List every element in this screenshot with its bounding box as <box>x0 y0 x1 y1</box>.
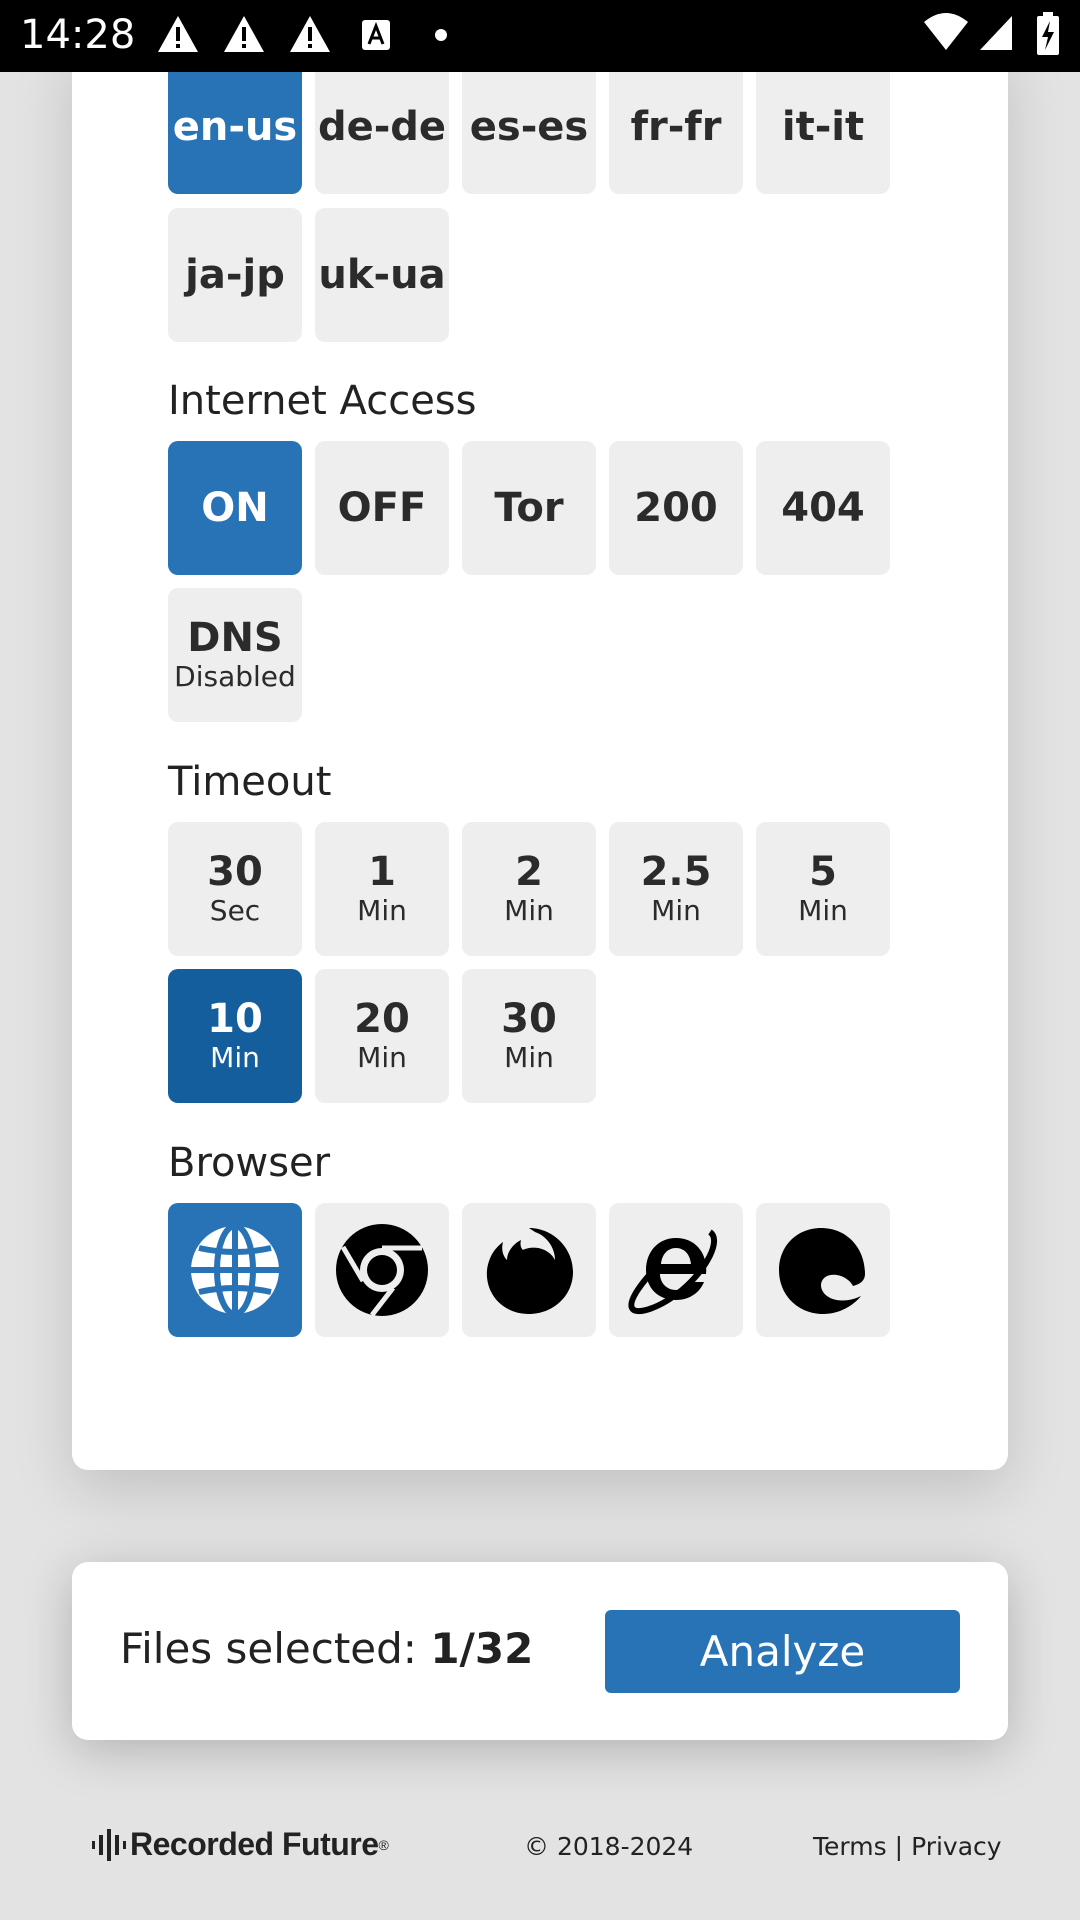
warning-icon <box>158 16 198 52</box>
timeout-option-20-min[interactable]: 20 Min <box>315 969 449 1103</box>
analyze-bar: Files selected: 1/32 Analyze <box>72 1562 1008 1740</box>
chrome-icon <box>336 1224 428 1317</box>
browser-title: Browser <box>168 1140 331 1186</box>
lang-option-de-de[interactable]: de-de <box>315 60 449 194</box>
lang-option-es-es[interactable]: es-es <box>462 60 596 194</box>
browser-option-default[interactable] <box>168 1203 302 1337</box>
option-label: 404 <box>781 485 865 531</box>
footer-separator: | <box>894 1832 904 1861</box>
signal-icon <box>980 16 1012 50</box>
lang-label: uk-ua <box>318 252 446 298</box>
lang-label: it-it <box>781 104 865 150</box>
timeout-value: 2 <box>515 849 543 896</box>
timeout-option-1-min[interactable]: 1 Min <box>315 822 449 956</box>
timeout-value: 30 <box>501 996 557 1043</box>
lang-label: de-de <box>317 104 447 150</box>
timeout-unit: Min <box>651 894 701 928</box>
copyright: © 2018-2024 <box>524 1832 694 1861</box>
files-selected: Files selected: 1/32 <box>120 1624 533 1673</box>
internet-access-title: Internet Access <box>168 378 477 424</box>
brand-name: Recorded Future <box>130 1826 379 1862</box>
timeout-unit: Min <box>210 1041 260 1075</box>
warning-icon <box>290 16 330 52</box>
lang-option-fr-fr[interactable]: fr-fr <box>609 60 743 194</box>
terms-link[interactable]: Terms <box>813 1832 887 1861</box>
timeout-value: 10 <box>207 996 263 1043</box>
timeout-title: Timeout <box>168 759 332 805</box>
lang-option-uk-ua[interactable]: uk-ua <box>315 208 449 342</box>
timeout-option-2-5-min[interactable]: 2.5 Min <box>609 822 743 956</box>
edge-icon <box>779 1228 865 1314</box>
internet-explorer-icon <box>628 1229 718 1315</box>
timeout-unit: Min <box>357 1041 407 1075</box>
timeout-unit: Min <box>504 894 554 928</box>
timeout-option-30-min[interactable]: 30 Min <box>462 969 596 1103</box>
warning-icon <box>224 16 264 52</box>
text-icon <box>362 20 390 50</box>
option-label: OFF <box>337 485 427 531</box>
internet-option-200[interactable]: 200 <box>609 441 743 575</box>
internet-option-404[interactable]: 404 <box>756 441 890 575</box>
timeout-value: 30 <box>207 849 263 896</box>
lang-option-it-it[interactable]: it-it <box>756 60 890 194</box>
lang-option-en-us[interactable]: en-us <box>168 60 302 194</box>
analyze-button[interactable]: Analyze <box>605 1610 960 1693</box>
timeout-unit: Min <box>357 894 407 928</box>
timeout-value: 5 <box>809 849 837 896</box>
timeout-unit: Min <box>798 894 848 928</box>
browser-option-internet-explorer[interactable] <box>609 1203 743 1337</box>
internet-option-tor[interactable]: Tor <box>462 441 596 575</box>
timeout-unit: Min <box>504 1041 554 1075</box>
timeout-option-5-min[interactable]: 5 Min <box>756 822 890 956</box>
files-selected-label: Files selected: <box>120 1624 431 1673</box>
timeout-unit: Sec <box>209 894 261 928</box>
wifi-icon <box>924 13 968 50</box>
globe-icon <box>191 1223 279 1317</box>
privacy-link[interactable]: Privacy <box>911 1832 1002 1861</box>
timeout-option-10-min[interactable]: 10 Min <box>168 969 302 1103</box>
lang-label: ja-jp <box>185 252 285 298</box>
internet-option-on[interactable]: ON <box>168 441 302 575</box>
internet-option-off[interactable]: OFF <box>315 441 449 575</box>
dot-icon <box>435 29 447 41</box>
recorded-future-mark-icon <box>92 1828 126 1861</box>
status-time: 14:28 <box>20 12 136 58</box>
option-label: 200 <box>634 485 718 531</box>
browser-option-chrome[interactable] <box>315 1203 449 1337</box>
dns-status: Disabled <box>174 660 296 694</box>
dns-label: DNS <box>187 615 283 662</box>
timeout-option-30-sec[interactable]: 30 Sec <box>168 822 302 956</box>
browser-option-edge[interactable] <box>756 1203 890 1337</box>
timeout-value: 1 <box>368 849 396 896</box>
battery-charging-icon <box>1037 12 1059 55</box>
recorded-future-logo[interactable]: Recorded Future ® <box>90 1826 389 1863</box>
status-bar: 14:28 <box>0 0 1080 72</box>
footer-links: Terms | Privacy <box>813 1832 1002 1861</box>
dns-toggle[interactable]: DNS Disabled <box>168 588 302 722</box>
timeout-value: 2.5 <box>640 849 712 896</box>
lang-label: en-us <box>172 104 298 150</box>
firefox-icon <box>486 1228 573 1314</box>
option-label: Tor <box>494 485 564 531</box>
files-selected-count: 1/32 <box>430 1624 534 1673</box>
timeout-option-2-min[interactable]: 2 Min <box>462 822 596 956</box>
lang-label: es-es <box>469 104 589 150</box>
timeout-value: 20 <box>354 996 410 1043</box>
lang-option-ja-jp[interactable]: ja-jp <box>168 208 302 342</box>
browser-option-firefox[interactable] <box>462 1203 596 1337</box>
option-label: ON <box>201 485 269 531</box>
lang-label: fr-fr <box>630 104 722 150</box>
